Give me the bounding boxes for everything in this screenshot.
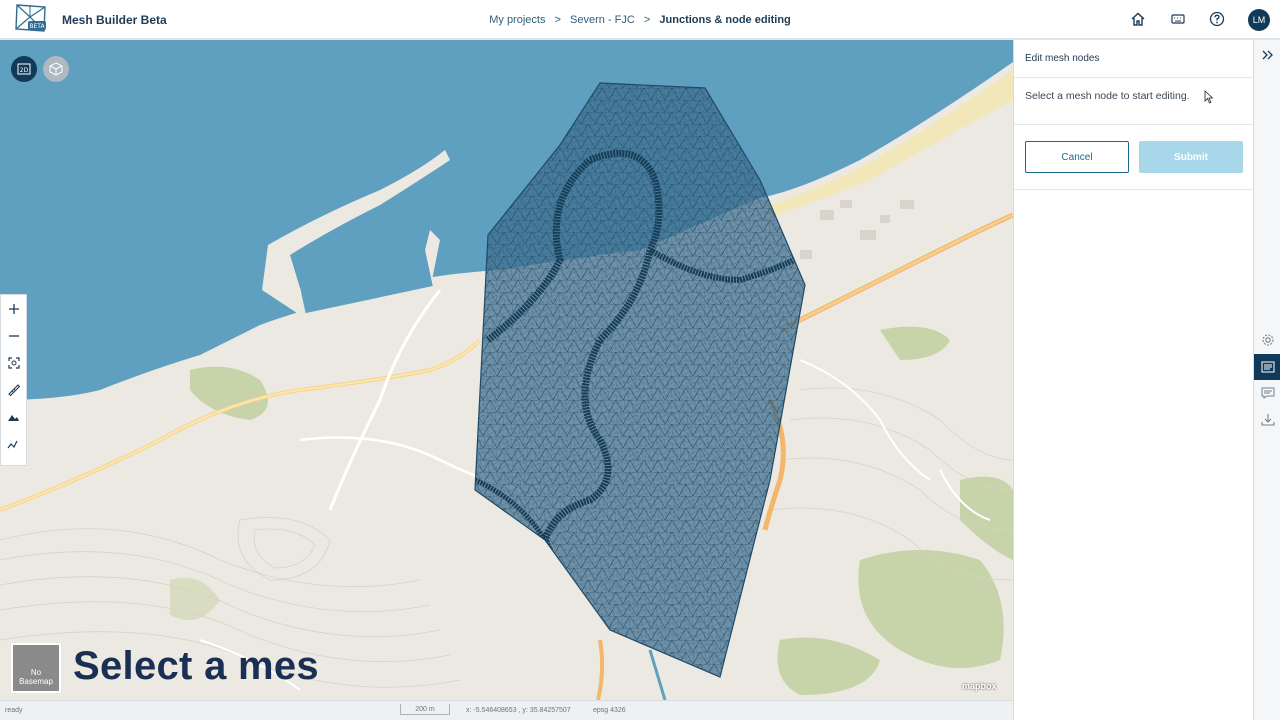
comment-icon[interactable] <box>1254 380 1280 406</box>
projection-label: epsg 4326 <box>593 707 626 714</box>
cancel-button[interactable]: Cancel <box>1025 141 1129 173</box>
scale-bar: 200 m <box>400 704 450 715</box>
zoom-in-icon[interactable] <box>1 295 26 322</box>
help-icon[interactable] <box>1208 10 1226 28</box>
map-toolbar <box>0 294 27 466</box>
terrain-icon[interactable] <box>1 403 26 430</box>
view-3d-button[interactable] <box>43 56 69 82</box>
status-bar: ready 200 m x: -5.546408653 , y: 35.8425… <box>0 700 1013 720</box>
breadcrumb-item-projects[interactable]: My projects <box>489 14 545 26</box>
basemap-toggle-button[interactable]: No Basemap <box>11 643 61 693</box>
keyboard-icon[interactable] <box>1169 10 1187 28</box>
mouse-cursor-icon <box>1204 90 1214 104</box>
view-2d-button[interactable]: 2D <box>11 56 37 82</box>
panel-instruction: Select a mesh node to start editing. <box>1025 90 1190 102</box>
breadcrumb: My projects > Severn - FJC > Junctions &… <box>0 14 1280 26</box>
status-text: ready <box>5 707 23 714</box>
breadcrumb-separator: > <box>554 14 561 26</box>
user-avatar[interactable]: LM <box>1248 9 1270 31</box>
map-basemap <box>0 40 1013 700</box>
breadcrumb-separator: > <box>643 14 651 26</box>
divider <box>1014 189 1254 190</box>
app-header: BETA Mesh Builder Beta My projects > Sev… <box>0 0 1280 40</box>
svg-text:2D: 2D <box>20 67 29 74</box>
list-icon[interactable] <box>1254 354 1280 380</box>
side-rail <box>1253 40 1280 720</box>
map-canvas[interactable]: 2D No Basemap Select a mes mapbox <box>0 40 1013 700</box>
panel-title: Edit mesh nodes <box>1025 53 1100 64</box>
cursor-coordinates: x: -5.546408653 , y: 35.84257507 <box>466 707 571 714</box>
elevation-icon[interactable] <box>1 430 26 457</box>
settings-icon[interactable] <box>1254 327 1280 353</box>
submit-button[interactable]: Submit <box>1139 141 1243 173</box>
video-caption: Select a mes <box>73 644 319 688</box>
mapbox-attribution[interactable]: mapbox <box>962 681 997 691</box>
double-chevron-right-icon[interactable] <box>1254 42 1280 68</box>
measure-icon[interactable] <box>1 376 26 403</box>
breadcrumb-item-project[interactable]: Severn - FJC <box>570 14 635 26</box>
divider <box>1014 124 1254 125</box>
home-icon[interactable] <box>1129 10 1147 28</box>
divider <box>1014 77 1254 78</box>
breadcrumb-current: Junctions & node editing <box>659 14 791 26</box>
edit-mesh-nodes-panel: Edit mesh nodes Select a mesh node to st… <box>1013 40 1254 720</box>
download-icon[interactable] <box>1254 407 1280 433</box>
fit-extent-icon[interactable] <box>1 349 26 376</box>
zoom-out-icon[interactable] <box>1 322 26 349</box>
